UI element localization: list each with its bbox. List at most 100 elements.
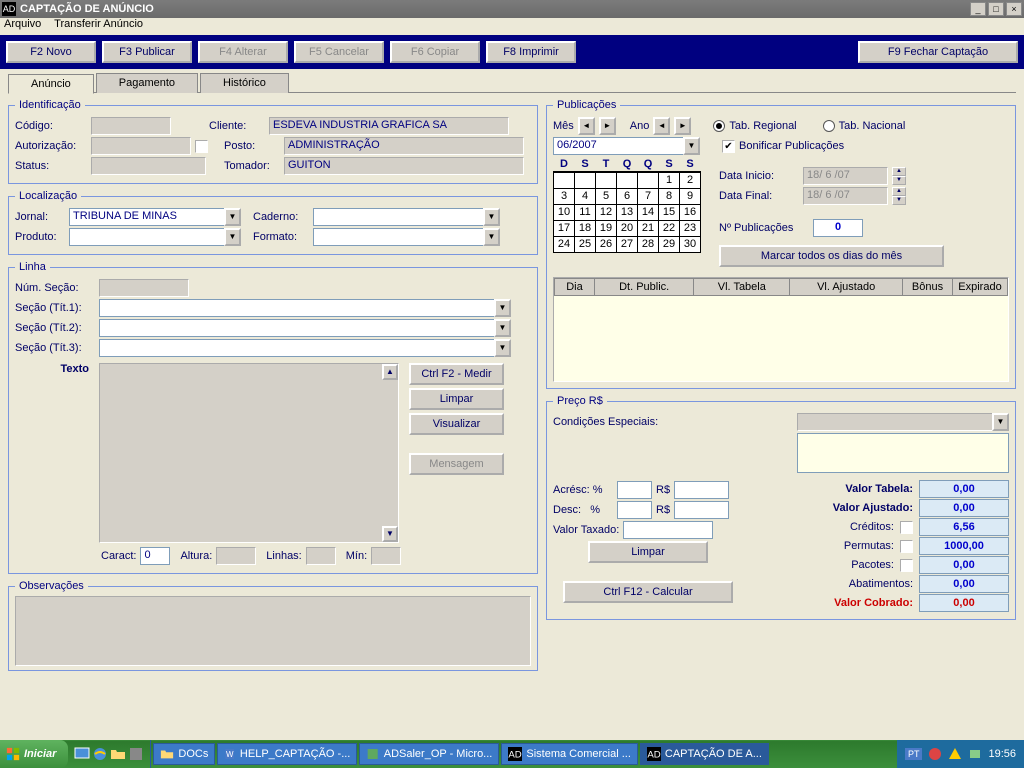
min-input[interactable] <box>371 547 401 565</box>
localizacao-group: Localização Jornal: TRIBUNA DE MINAS▼ Ca… <box>8 190 538 255</box>
cond-dropdown-button[interactable]: ▼ <box>992 413 1009 431</box>
desktop-icon[interactable] <box>74 746 90 762</box>
caract-input[interactable]: 0 <box>140 547 170 565</box>
num-pub-value: 0 <box>813 219 863 237</box>
autorizacao-input[interactable] <box>91 137 191 155</box>
data-final-down[interactable]: ▼ <box>892 196 906 205</box>
taskbar: Iniciar DOCs WHELP_CAPTAÇÃO -... ADSaler… <box>0 740 1024 768</box>
f8-imprimir-button[interactable]: F8 Imprimir <box>486 41 576 63</box>
tab-anuncio[interactable]: Anúncio <box>8 74 94 94</box>
data-inicio-down[interactable]: ▼ <box>892 176 906 185</box>
pacotes-checkbox[interactable] <box>900 559 913 572</box>
medir-button[interactable]: Ctrl F2 - Medir <box>409 363 504 385</box>
periodo-dropdown-button[interactable]: ▼ <box>683 137 700 155</box>
lang-indicator[interactable]: PT <box>905 748 923 760</box>
creditos-checkbox[interactable] <box>900 521 913 534</box>
tray-icon-2[interactable] <box>948 747 962 761</box>
acresc-pct-input[interactable] <box>617 481 652 499</box>
data-inicio-input[interactable]: 18/ 6 /07 <box>803 167 888 185</box>
tab-nacional-radio[interactable] <box>823 120 835 132</box>
data-inicio-up[interactable]: ▲ <box>892 167 906 176</box>
cliente-input[interactable]: ESDEVA INDUSTRIA GRAFICA SA <box>269 117 509 135</box>
data-final-up[interactable]: ▲ <box>892 187 906 196</box>
cond-text[interactable] <box>797 433 1009 473</box>
desc-rs-input[interactable] <box>674 501 729 519</box>
secao3-dropdown-button[interactable]: ▼ <box>494 339 511 357</box>
secao2-combo[interactable] <box>99 319 494 337</box>
secao2-dropdown-button[interactable]: ▼ <box>494 319 511 337</box>
f6-copiar-button[interactable]: F6 Copiar <box>390 41 480 63</box>
codigo-label: Código: <box>15 120 87 132</box>
tray-icon-3[interactable] <box>968 747 982 761</box>
folder-icon[interactable] <box>110 746 126 762</box>
scroll-down-button[interactable]: ▼ <box>382 526 398 542</box>
taskbar-item-docs[interactable]: DOCs <box>153 743 215 765</box>
taskbar-item-sistema[interactable]: ADSistema Comercial ... <box>501 743 638 765</box>
codigo-input[interactable] <box>91 117 171 135</box>
tab-regional-radio[interactable] <box>713 120 725 132</box>
status-input[interactable] <box>91 157 206 175</box>
ano-next-button[interactable]: ► <box>674 117 691 135</box>
permutas-checkbox[interactable] <box>900 540 913 553</box>
caderno-combo[interactable] <box>313 208 483 226</box>
bonificar-checkbox[interactable]: ✔ <box>722 140 735 153</box>
acresc-rs-input[interactable] <box>674 481 729 499</box>
f3-publicar-button[interactable]: F3 Publicar <box>102 41 192 63</box>
produto-combo[interactable] <box>69 228 224 246</box>
limpar-preco-button[interactable]: Limpar <box>588 541 708 563</box>
app-icon[interactable] <box>128 746 144 762</box>
taskbar-item-captacao[interactable]: ADCAPTAÇÃO DE A... <box>640 743 769 765</box>
observacoes-textarea[interactable] <box>15 596 531 666</box>
minimize-button[interactable]: _ <box>970 2 986 16</box>
mensagem-button[interactable]: Mensagem <box>409 453 504 475</box>
publicacoes-grid[interactable]: Dia Dt. Public. Vl. Tabela Vl. Ajustado … <box>553 277 1009 382</box>
ie-icon[interactable] <box>92 746 108 762</box>
ano-prev-button[interactable]: ◄ <box>653 117 670 135</box>
caderno-dropdown-button[interactable]: ▼ <box>483 208 500 226</box>
periodo-combo[interactable]: 06/2007 <box>553 137 683 155</box>
jornal-dropdown-button[interactable]: ▼ <box>224 208 241 226</box>
abat-label: Abatimentos: <box>849 578 913 590</box>
f5-cancelar-button[interactable]: F5 Cancelar <box>294 41 384 63</box>
menu-arquivo[interactable]: Arquivo <box>4 18 41 30</box>
visualizar-button[interactable]: Visualizar <box>409 413 504 435</box>
data-final-input[interactable]: 18/ 6 /07 <box>803 187 888 205</box>
scroll-up-button[interactable]: ▲ <box>382 364 398 380</box>
marcar-todos-button[interactable]: Marcar todos os dias do mês <box>719 245 944 267</box>
formato-dropdown-button[interactable]: ▼ <box>483 228 500 246</box>
desc-pct-input[interactable] <box>617 501 652 519</box>
mes-prev-button[interactable]: ◄ <box>578 117 595 135</box>
secao1-combo[interactable] <box>99 299 494 317</box>
calendar[interactable]: DSTQQSS 12 3456789 10111213141516 171819… <box>553 157 701 253</box>
calcular-button[interactable]: Ctrl F12 - Calcular <box>563 581 733 603</box>
mes-next-button[interactable]: ► <box>599 117 616 135</box>
valor-taxado-input[interactable] <box>623 521 713 539</box>
posto-input[interactable]: ADMINISTRAÇÃO <box>284 137 524 155</box>
formato-combo[interactable] <box>313 228 483 246</box>
autorizacao-checkbox[interactable] <box>195 140 208 153</box>
f2-novo-button[interactable]: F2 Novo <box>6 41 96 63</box>
cond-combo[interactable] <box>797 413 992 431</box>
secao3-combo[interactable] <box>99 339 494 357</box>
tab-historico[interactable]: Histórico <box>200 73 289 93</box>
f9-fechar-button[interactable]: F9 Fechar Captação <box>858 41 1018 63</box>
limpar-texto-button[interactable]: Limpar <box>409 388 504 410</box>
altura-input[interactable] <box>216 547 256 565</box>
jornal-combo[interactable]: TRIBUNA DE MINAS <box>69 208 224 226</box>
tray-icon-1[interactable] <box>928 747 942 761</box>
taskbar-item-adsaler[interactable]: ADSaler_OP - Micro... <box>359 743 499 765</box>
clock[interactable]: 19:56 <box>988 748 1016 760</box>
menu-transferir[interactable]: Transferir Anúncio <box>54 18 143 30</box>
secao1-dropdown-button[interactable]: ▼ <box>494 299 511 317</box>
start-button[interactable]: Iniciar <box>0 740 68 768</box>
linhas-input[interactable] <box>306 547 336 565</box>
maximize-button[interactable]: □ <box>988 2 1004 16</box>
texto-textarea[interactable]: ▲ ▼ <box>99 363 399 543</box>
tomador-input[interactable]: GUITON <box>284 157 524 175</box>
close-button[interactable]: × <box>1006 2 1022 16</box>
num-secao-input[interactable] <box>99 279 189 297</box>
f4-alterar-button[interactable]: F4 Alterar <box>198 41 288 63</box>
produto-dropdown-button[interactable]: ▼ <box>224 228 241 246</box>
taskbar-item-help[interactable]: WHELP_CAPTAÇÃO -... <box>217 743 357 765</box>
tab-pagamento[interactable]: Pagamento <box>96 73 198 93</box>
